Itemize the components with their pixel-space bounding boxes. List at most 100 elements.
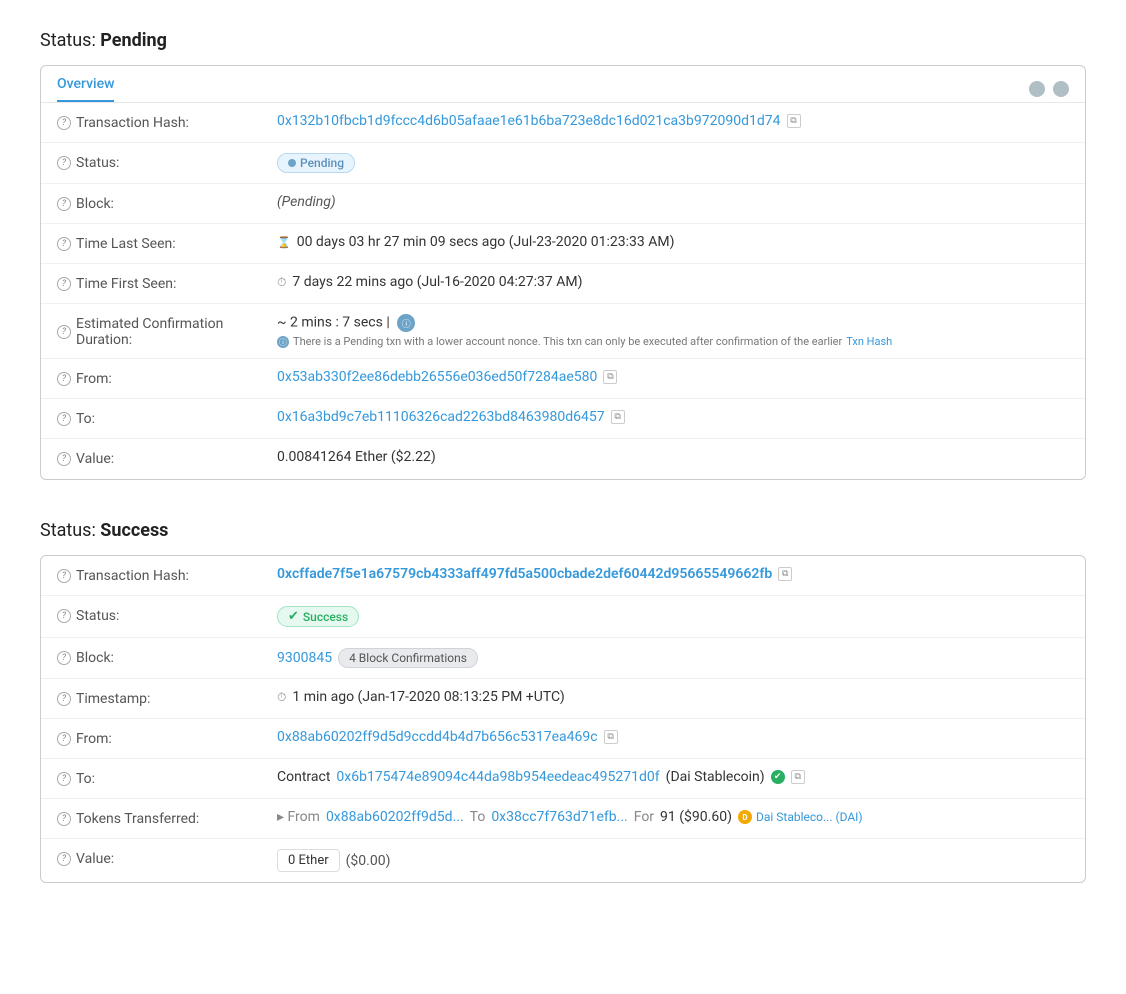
pending-est-confirm-value: ~ 2 mins : 7 secs | ⓘ ⓘ There is a Pendi… — [277, 314, 1069, 348]
tab-icon-2 — [1053, 81, 1069, 97]
success-to-contract-link[interactable]: 0x6b175474e89094c44da98b954eedeac495271d… — [336, 769, 659, 785]
success-tx-hash-label: ? Transaction Hash: — [57, 566, 277, 584]
success-status-row: ? Status: ✔ Success — [41, 596, 1085, 638]
pending-time-first-label: ? Time First Seen: — [57, 274, 277, 292]
pending-time-first-value: ⏱ 7 days 22 mins ago (Jul-16-2020 04:27:… — [277, 274, 1069, 290]
pending-to-link[interactable]: 0x16a3bd9c7eb11106326cad2263bd8463980d64… — [277, 409, 605, 425]
pending-circle-icon — [288, 159, 296, 167]
success-tokens-label: ? Tokens Transferred: — [57, 809, 277, 827]
overview-tab[interactable]: Overview — [57, 76, 114, 102]
q-icon: ? — [57, 569, 71, 583]
pending-from-value: 0x53ab330f2ee86debb26556e036ed50f7284ae5… — [277, 369, 1069, 385]
pending-time-last-row: ? Time Last Seen: ⌛ 00 days 03 hr 27 min… — [41, 224, 1085, 264]
q-icon: ? — [57, 692, 71, 706]
success-to-copy-icon[interactable]: ⧉ — [791, 770, 805, 784]
pending-time-last-label: ? Time Last Seen: — [57, 234, 277, 252]
clock-icon: ⏱ — [277, 690, 286, 705]
q-icon: ? — [57, 732, 71, 746]
q-icon: ? — [57, 812, 71, 826]
q-icon: ? — [57, 609, 71, 623]
pending-tab-bar: Overview — [41, 66, 1085, 103]
success-status-value: ✔ Success — [277, 606, 1069, 627]
success-status-label: ? Status: — [57, 606, 277, 624]
pending-badge: Pending — [277, 153, 355, 173]
spinner-icon: ⌛ — [277, 236, 291, 249]
pending-to-label: ? To: — [57, 409, 277, 427]
duration-main: ~ 2 mins : 7 secs | ⓘ — [277, 314, 892, 332]
success-to-label: ? To: — [57, 769, 277, 787]
pending-card: Overview ? Transaction Hash: 0x132b10fbc… — [40, 65, 1086, 480]
success-value-label: ? Value: — [57, 849, 277, 867]
pending-block-value: (Pending) — [277, 194, 1069, 210]
success-timestamp-value: ⏱ 1 min ago (Jan-17-2020 08:13:25 PM +UT… — [277, 689, 1069, 705]
pending-tx-copy-icon[interactable]: ⧉ — [787, 114, 801, 128]
q-icon: ? — [57, 116, 71, 130]
q-icon: ? — [57, 325, 71, 339]
q-icon: ? — [57, 651, 71, 665]
success-check-icon: ✔ — [288, 609, 299, 624]
q-icon: ? — [57, 452, 71, 466]
success-block-number-link[interactable]: 9300845 — [277, 650, 332, 666]
q-icon: ? — [57, 197, 71, 211]
pending-block-row: ? Block: (Pending) — [41, 184, 1085, 224]
success-timestamp-row: ? Timestamp: ⏱ 1 min ago (Jan-17-2020 08… — [41, 679, 1085, 719]
pending-tx-hash-row: ? Transaction Hash: 0x132b10fbcb1d9fccc4… — [41, 103, 1085, 143]
pending-from-row: ? From: 0x53ab330f2ee86debb26556e036ed50… — [41, 359, 1085, 399]
pending-time-first-row: ? Time First Seen: ⏱ 7 days 22 mins ago … — [41, 264, 1085, 304]
q-icon: ? — [57, 277, 71, 291]
q-icon: ? — [57, 156, 71, 170]
success-from-value: 0x88ab60202ff9d5d9ccdd4b4d7b656c5317ea46… — [277, 729, 1069, 745]
success-badge: ✔ Success — [277, 606, 359, 627]
info-dot-icon: ⓘ — [277, 336, 289, 348]
verified-icon: ✔ — [771, 770, 785, 784]
success-tx-hash-text[interactable]: 0xcffade7f5e1a67579cb4333aff497fd5a500cb… — [277, 566, 772, 582]
success-block-row: ? Block: 9300845 4 Block Confirmations — [41, 638, 1085, 679]
success-from-label: ? From: — [57, 729, 277, 747]
success-value-row: ? Value: 0 Ether ($0.00) — [41, 839, 1085, 882]
success-card: ? Transaction Hash: 0xcffade7f5e1a67579c… — [40, 555, 1086, 883]
dai-token-badge: D Dai Stableco... (DAI) — [738, 810, 863, 824]
success-tokens-row: ? Tokens Transferred: ▸ From 0x88ab60202… — [41, 799, 1085, 839]
dai-token-link[interactable]: Dai Stableco... (DAI) — [756, 810, 863, 824]
value-box: 0 Ether — [277, 849, 340, 872]
pending-from-link[interactable]: 0x53ab330f2ee86debb26556e036ed50f7284ae5… — [277, 369, 597, 385]
pending-tx-hash-label: ? Transaction Hash: — [57, 113, 277, 131]
confirmations-badge: 4 Block Confirmations — [338, 648, 478, 668]
pending-value-row: ? Value: 0.00841264 Ether ($2.22) — [41, 439, 1085, 479]
tokens-from-link[interactable]: 0x88ab60202ff9d5d... — [326, 809, 464, 825]
pending-tx-hash-value: 0x132b10fbcb1d9fccc4d6b05afaae1e61b6ba72… — [277, 113, 1069, 129]
success-to-row: ? To: Contract 0x6b175474e89094c44da98b9… — [41, 759, 1085, 799]
success-to-value: Contract 0x6b175474e89094c44da98b954eede… — [277, 769, 1069, 785]
success-block-value: 9300845 4 Block Confirmations — [277, 648, 1069, 668]
success-from-copy-icon[interactable]: ⧉ — [604, 730, 618, 744]
pending-to-row: ? To: 0x16a3bd9c7eb11106326cad2263bd8463… — [41, 399, 1085, 439]
tab-icon-1 — [1029, 81, 1045, 97]
pending-value-label: ? Value: — [57, 449, 277, 467]
pending-status-value: Pending — [277, 153, 1069, 173]
pending-from-label: ? From: — [57, 369, 277, 387]
dai-circle-icon: D — [738, 810, 752, 824]
pending-to-copy-icon[interactable]: ⧉ — [611, 410, 625, 424]
pending-block-label: ? Block: — [57, 194, 277, 212]
info-circle-icon: ⓘ — [397, 314, 415, 332]
success-value-value: 0 Ether ($0.00) — [277, 849, 1069, 872]
success-timestamp-label: ? Timestamp: — [57, 689, 277, 707]
txn-hash-link[interactable]: Txn Hash — [846, 335, 892, 348]
clock-icon: ⏱ — [277, 275, 286, 290]
success-from-row: ? From: 0x88ab60202ff9d5d9ccdd4b4d7b656c… — [41, 719, 1085, 759]
pending-to-value: 0x16a3bd9c7eb11106326cad2263bd8463980d64… — [277, 409, 1069, 425]
pending-time-last-value: ⌛ 00 days 03 hr 27 min 09 secs ago (Jul-… — [277, 234, 1069, 250]
pending-tx-hash-link[interactable]: 0x132b10fbcb1d9fccc4d6b05afaae1e61b6ba72… — [277, 113, 781, 129]
tokens-to-link[interactable]: 0x38cc7f763d71efb... — [491, 809, 627, 825]
est-confirm-note: ⓘ There is a Pending txn with a lower ac… — [277, 335, 892, 348]
success-tx-hash-row: ? Transaction Hash: 0xcffade7f5e1a67579c… — [41, 556, 1085, 596]
q-icon: ? — [57, 412, 71, 426]
pending-value-value: 0.00841264 Ether ($2.22) — [277, 449, 1069, 465]
pending-status-row: ? Status: Pending — [41, 143, 1085, 184]
q-icon: ? — [57, 372, 71, 386]
tab-icon-group — [1029, 81, 1069, 97]
pending-section-title: Status: Pending — [40, 30, 1086, 51]
success-from-link[interactable]: 0x88ab60202ff9d5d9ccdd4b4d7b656c5317ea46… — [277, 729, 598, 745]
success-tx-copy-icon[interactable]: ⧉ — [778, 567, 792, 581]
pending-from-copy-icon[interactable]: ⧉ — [603, 370, 617, 384]
